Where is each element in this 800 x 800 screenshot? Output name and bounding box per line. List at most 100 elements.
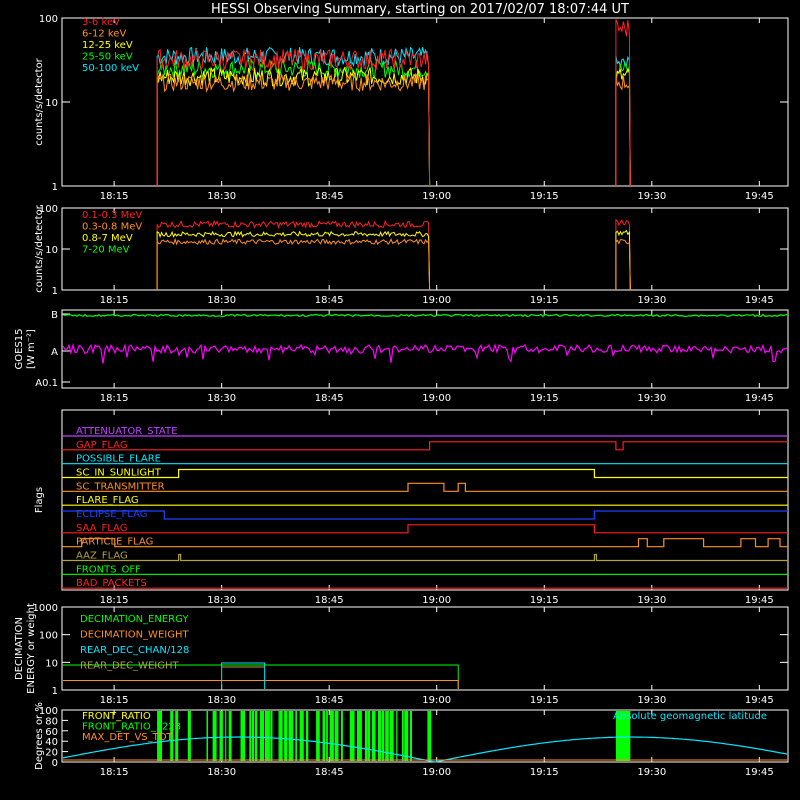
- ratio-bar: [280, 711, 283, 761]
- x-tick-label: 18:15: [100, 191, 129, 202]
- y-tick-label: 60: [45, 727, 58, 738]
- panel-frame: [61, 17, 789, 187]
- legend-entry: 50-100 keV: [82, 63, 139, 74]
- ratio-bar: [295, 711, 297, 761]
- legend-entry: REAR_DEC_CHAN/128: [80, 645, 189, 656]
- y-axis-label-2: ENERGY or weight: [26, 603, 37, 694]
- x-tick-label: 18:45: [315, 695, 344, 706]
- flag-trace: [62, 482, 788, 492]
- ratio-bar: [228, 711, 232, 761]
- annotation: Absolute geomagnetic latitude: [613, 711, 767, 722]
- flag-label: GAP_FLAG: [76, 440, 128, 451]
- ratio-bar: [175, 711, 179, 761]
- x-tick-label: 18:30: [207, 695, 236, 706]
- y-tick-label: 80: [45, 716, 58, 727]
- y-tick-label: 0: [52, 758, 58, 769]
- x-tick-label: 19:30: [637, 695, 666, 706]
- panel-5: 18:15 18:30 18:45 19:00 19:15 19:30 19:45 DECIM…: [14, 603, 789, 706]
- y-tick-label: B: [51, 310, 58, 321]
- ratio-bar: [329, 711, 334, 761]
- x-tick-label: 18:45: [315, 767, 344, 778]
- x-tick-label: 19:45: [745, 191, 774, 202]
- ratio-bar: [427, 711, 432, 761]
- flag-label: POSSIBLE_FLARE: [76, 454, 161, 465]
- x-tick-label: 19:30: [637, 295, 666, 306]
- ratio-bar: [410, 711, 412, 761]
- x-tick-label: 19:45: [745, 695, 774, 706]
- y-axis-label: DECIMATION: [14, 617, 25, 680]
- flag-label: SAA_FLAG: [76, 523, 127, 534]
- flag-trace: [62, 441, 788, 451]
- ratio-bar: [259, 711, 265, 761]
- x-tick-label: 18:30: [207, 595, 236, 606]
- ratio-bar: [367, 711, 371, 761]
- panel-4: 18:15 18:30 18:45 19:00 19:15 19:30 19:45 Flags…: [34, 409, 789, 606]
- y-tick-label: A: [51, 347, 58, 358]
- ratio-bar: [404, 711, 409, 761]
- panel-frame: [61, 207, 789, 291]
- x-tick-label: 18:15: [100, 595, 129, 606]
- flag-trace: [62, 553, 788, 562]
- panel-frame: [61, 409, 789, 591]
- x-tick-label: 18:15: [100, 393, 129, 404]
- x-tick-label: 19:15: [530, 191, 559, 202]
- flag-label: ATTENUATOR_STATE: [76, 426, 177, 437]
- ratio-bar: [402, 711, 404, 761]
- ratio-bar: [288, 711, 294, 761]
- legend-entry: 6-12 keV: [82, 29, 126, 40]
- ratio-bar: [225, 711, 227, 761]
- y-tick-label: 100: [39, 706, 58, 717]
- flag-trace: [62, 524, 788, 534]
- flag-label: SC_IN_SUNLIGHT: [76, 468, 162, 479]
- series-line: [156, 237, 631, 291]
- x-tick-label: 18:45: [315, 595, 344, 606]
- ratio-bar: [334, 711, 339, 761]
- legend-entry: 0.1-0.3 MeV: [82, 210, 142, 221]
- x-tick-label: 19:00: [422, 295, 451, 306]
- observing-summary-chart: HESSI Observing Summary, starting on 201…: [14, 2, 789, 778]
- y-tick-label: 100: [39, 14, 58, 25]
- flag-label: SC_TRANSMITTER: [76, 481, 165, 492]
- flag-label: FRONTS_OFF: [76, 564, 141, 575]
- y-tick-label: 20: [45, 748, 58, 759]
- y-tick-label: 10: [45, 245, 58, 256]
- x-tick-label: 19:30: [637, 393, 666, 404]
- legend-entry: DECIMATION_ENERGY: [80, 614, 189, 625]
- x-tick-label: 19:15: [530, 695, 559, 706]
- ratio-bar: [251, 711, 254, 761]
- x-tick-label: 19:30: [637, 767, 666, 778]
- x-tick-label: 19:00: [422, 695, 451, 706]
- legend-entry: 0.3-0.8 MeV: [82, 222, 142, 233]
- legend-entry: 7-20 MeV: [82, 245, 130, 256]
- ratio-bar: [305, 711, 309, 761]
- ratio-bar: [326, 711, 328, 761]
- x-tick-label: 18:15: [100, 767, 129, 778]
- panel-2: 18:15 18:30 18:45 19:00 19:15 19:30 19:45 count…: [34, 204, 789, 306]
- x-tick-label: 18:30: [207, 191, 236, 202]
- y-tick-label: 100: [39, 631, 58, 642]
- series-line: [63, 680, 459, 689]
- ratio-bar: [278, 711, 280, 761]
- x-tick-label: 18:45: [315, 295, 344, 306]
- x-tick-label: 18:15: [100, 695, 129, 706]
- flag-trace: [62, 538, 788, 548]
- x-tick-label: 19:45: [745, 595, 774, 606]
- flag-label: BAD_PACKETS: [76, 578, 147, 589]
- x-tick-label: 19:00: [422, 191, 451, 202]
- ratio-bar: [316, 711, 320, 761]
- legend-entry: MAX_DET_VS_TOT: [82, 732, 174, 743]
- x-tick-label: 19:15: [530, 767, 559, 778]
- panel-frame: [61, 309, 789, 389]
- y-axis-label: counts/s/detector: [34, 57, 45, 145]
- x-tick-label: 19:00: [422, 595, 451, 606]
- panel-1: 18:15 18:30 18:45 19:00 19:15 19:30 19:45 count…: [34, 14, 789, 202]
- x-tick-label: 18:15: [100, 295, 129, 306]
- flag-label: ECLIPSE_FLAG: [76, 509, 147, 520]
- x-tick-label: 18:30: [207, 295, 236, 306]
- ratio-bar: [341, 711, 343, 761]
- y-axis-label-2: [W m⁻²]: [26, 329, 37, 369]
- x-tick-label: 19:15: [530, 393, 559, 404]
- x-tick-label: 18:30: [207, 393, 236, 404]
- ratio-bar: [349, 711, 355, 761]
- x-tick-label: 18:45: [315, 393, 344, 404]
